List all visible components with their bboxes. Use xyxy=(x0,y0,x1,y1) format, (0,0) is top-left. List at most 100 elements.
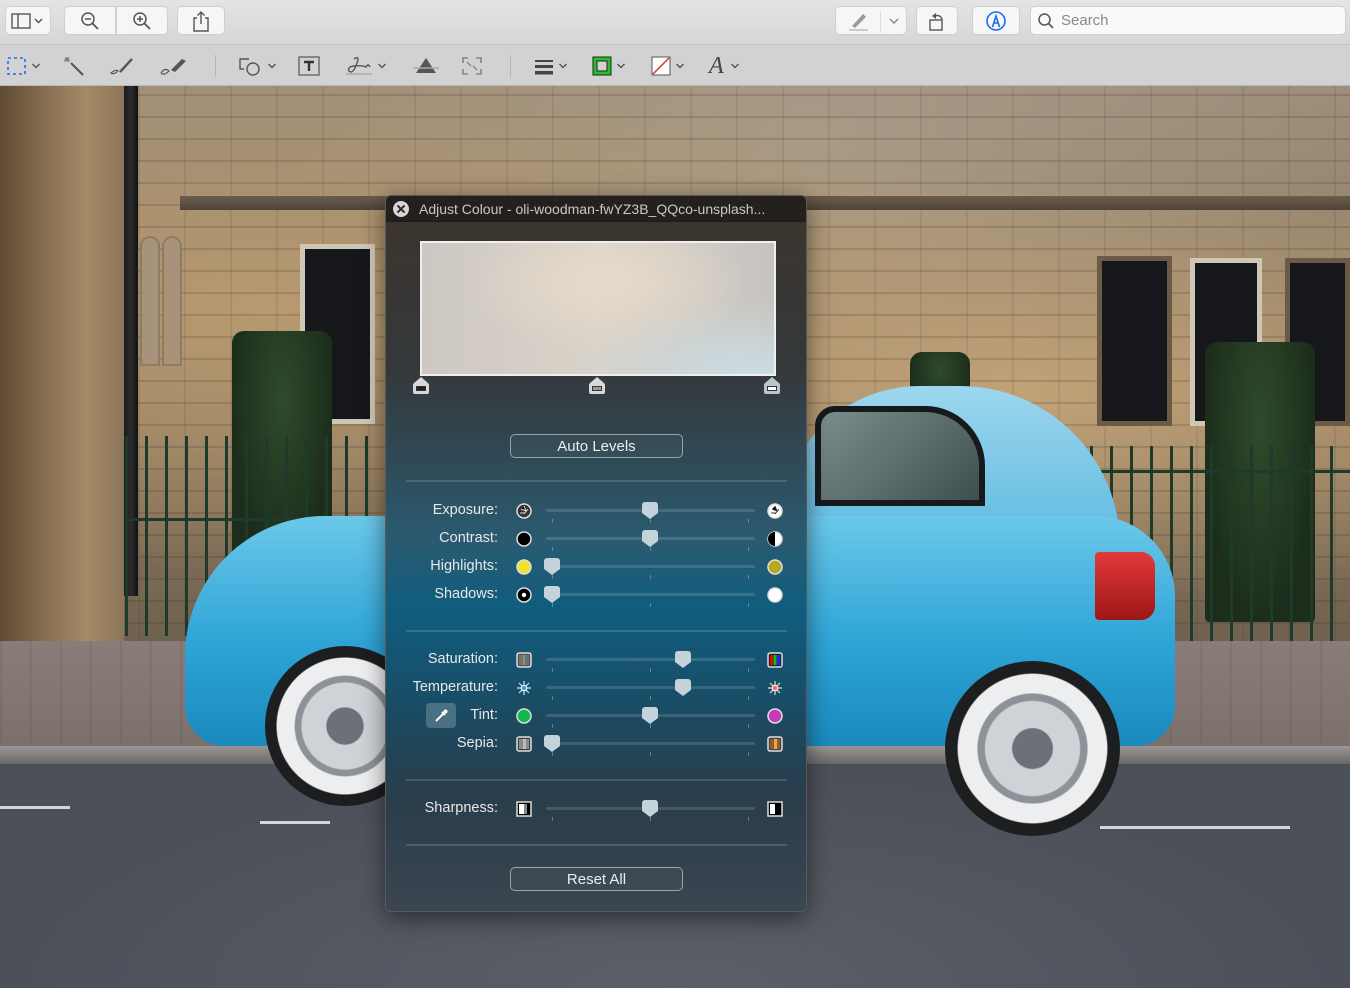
shape-style-tool[interactable] xyxy=(533,53,568,79)
exposure-slider-thumb[interactable] xyxy=(642,502,658,520)
sign-tool[interactable] xyxy=(344,53,387,79)
temperature-slider[interactable] xyxy=(546,686,755,689)
close-icon[interactable] xyxy=(393,200,409,217)
photo-car-window xyxy=(815,406,985,506)
resize-icon xyxy=(462,57,482,75)
slider-tick xyxy=(650,603,651,607)
sketch-tool[interactable] xyxy=(108,53,136,79)
selection-tool[interactable] xyxy=(6,53,41,79)
border-colour-icon xyxy=(592,56,612,76)
contrast-high-icon xyxy=(767,531,783,547)
slider-tick xyxy=(552,696,553,700)
slider-tick xyxy=(552,724,553,728)
sharpness-slider-thumb[interactable] xyxy=(642,800,658,818)
sepia-slider[interactable] xyxy=(546,742,755,745)
highlights-slider[interactable] xyxy=(546,565,755,568)
slider-tick xyxy=(748,817,749,821)
section-divider xyxy=(406,844,787,846)
sharpness-low-icon xyxy=(516,801,532,817)
sepia-high-icon xyxy=(767,736,783,752)
tint-eyedropper-button[interactable] xyxy=(426,703,456,728)
zoom-out-button[interactable] xyxy=(64,6,116,35)
slider-tick xyxy=(748,696,749,700)
saturation-high-icon xyxy=(767,652,783,668)
border-colour-tool[interactable] xyxy=(591,53,626,79)
draw-tool[interactable] xyxy=(158,53,188,79)
slider-tick xyxy=(552,817,553,821)
eyedropper-icon xyxy=(435,709,448,722)
fill-colour-tool[interactable] xyxy=(650,53,685,79)
highlights-slider-thumb[interactable] xyxy=(544,558,560,576)
slider-tick xyxy=(552,547,553,551)
fill-colour-none-icon xyxy=(651,56,671,76)
tint-green-icon xyxy=(516,708,532,724)
tint-slider-thumb[interactable] xyxy=(642,707,658,725)
sepia-low-icon xyxy=(516,736,532,752)
sepia-label: Sepia: xyxy=(456,735,498,751)
shadows-slider-thumb[interactable] xyxy=(544,586,560,604)
rotate-button[interactable] xyxy=(916,6,958,35)
section-divider xyxy=(406,630,787,632)
sidebar-button[interactable] xyxy=(5,6,51,35)
black-point-handle[interactable] xyxy=(413,377,429,395)
chevron-down-icon xyxy=(617,63,625,69)
slider-row-sharpness: Sharpness: xyxy=(386,797,806,821)
saturation-slider[interactable] xyxy=(546,658,755,661)
exposure-high-icon xyxy=(767,503,783,519)
rotate-icon xyxy=(929,12,943,31)
prism-icon xyxy=(413,58,439,73)
slider-tick xyxy=(552,668,553,672)
panel-title: Adjust Colour - oli-woodman-fwYZ3B_QQco-… xyxy=(419,200,766,217)
temperature-slider-thumb[interactable] xyxy=(675,679,692,697)
search-field[interactable]: Search xyxy=(1030,6,1346,35)
temperature-warm-icon xyxy=(767,680,783,696)
contrast-slider-thumb[interactable] xyxy=(642,530,658,548)
auto-levels-button[interactable]: Auto Levels xyxy=(510,434,683,458)
markup-icon xyxy=(986,10,1006,31)
markup-toolbar: A xyxy=(0,45,1350,86)
chevron-down-icon xyxy=(730,63,739,69)
reset-all-button[interactable]: Reset All xyxy=(510,867,683,891)
levels-histogram xyxy=(420,241,776,376)
sepia-slider-thumb[interactable] xyxy=(544,735,560,753)
slider-row-temperature: Temperature: xyxy=(386,676,806,700)
slider-row-highlights: Highlights: xyxy=(386,555,806,579)
adjust-size-tool[interactable] xyxy=(460,53,484,79)
photo-road-marking xyxy=(0,806,70,809)
instant-alpha-tool[interactable] xyxy=(62,53,86,79)
highlighter-icon xyxy=(849,13,868,31)
shapes-icon xyxy=(239,58,260,76)
markup-button[interactable] xyxy=(972,6,1020,35)
photo-road-marking xyxy=(1100,826,1290,829)
slider-row-exposure: Exposure: xyxy=(386,499,806,523)
slider-tick xyxy=(748,519,749,523)
share-button[interactable] xyxy=(177,6,225,35)
zoom-in-icon xyxy=(133,11,151,30)
shapes-tool[interactable] xyxy=(238,53,277,79)
highlight-button[interactable] xyxy=(835,6,907,35)
slider-tick xyxy=(650,575,651,579)
slider-tick xyxy=(650,752,651,756)
slider-tick xyxy=(748,547,749,551)
chevron-down-icon xyxy=(268,63,276,69)
panel-titlebar[interactable]: Adjust Colour - oli-woodman-fwYZ3B_QQco-… xyxy=(386,196,806,222)
saturation-slider-thumb[interactable] xyxy=(675,651,692,669)
photo-car-taillight xyxy=(1095,552,1155,620)
line-weight-icon xyxy=(535,60,553,75)
zoom-out-icon xyxy=(81,11,99,30)
midtone-handle[interactable] xyxy=(588,377,605,395)
chevron-down-icon xyxy=(559,63,567,69)
text-style-tool[interactable]: A xyxy=(709,53,740,79)
adjust-colour-tool[interactable] xyxy=(411,53,441,79)
text-tool[interactable] xyxy=(297,53,321,79)
share-icon xyxy=(193,10,209,32)
zoom-in-button[interactable] xyxy=(116,6,168,35)
shadows-slider[interactable] xyxy=(546,593,755,596)
white-point-handle[interactable] xyxy=(764,377,780,395)
sharpness-label: Sharpness: xyxy=(424,800,498,816)
contrast-low-icon xyxy=(516,531,532,547)
contrast-label: Contrast: xyxy=(439,530,498,546)
slider-tick xyxy=(650,668,651,672)
slider-tick xyxy=(748,752,749,756)
slider-tick xyxy=(748,668,749,672)
